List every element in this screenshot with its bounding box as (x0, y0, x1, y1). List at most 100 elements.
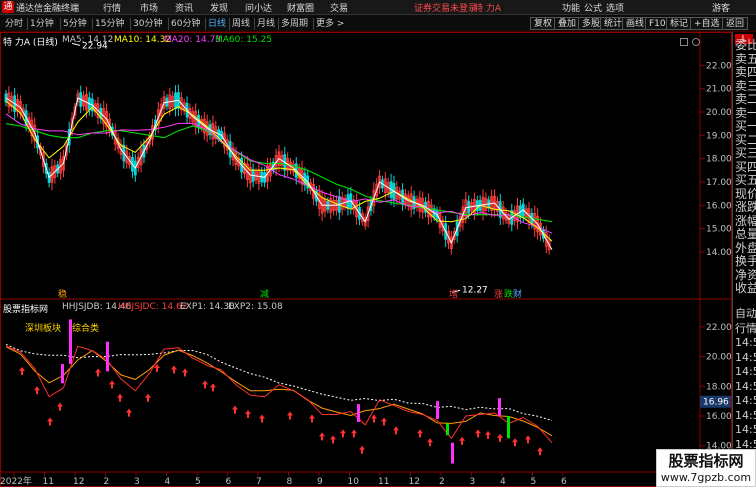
maximize-icon[interactable] (680, 38, 688, 46)
menu-item-gongneng[interactable]: 功能 (562, 1, 580, 14)
quote-row-label: 自动 (735, 307, 756, 320)
time-axis-label: 3 (470, 477, 476, 487)
buy-arrow-icon (319, 432, 325, 441)
signal-bar (61, 364, 64, 384)
quote-row-label: 14:5 (735, 336, 756, 349)
menu-item-zixun[interactable]: 资讯 (175, 1, 193, 14)
event-marker: 涨 (494, 289, 503, 300)
time-axis-label: 8 (287, 477, 293, 487)
period-tab-15min[interactable]: 15分钟 (92, 18, 126, 30)
watermark-title: 股票指标网 (668, 452, 744, 470)
quote-row-label: 买一 (735, 119, 756, 133)
sector-tag: 深圳板块 (25, 324, 62, 334)
quote-row-label: 卖三 (735, 78, 756, 93)
buy-arrow-icon (485, 430, 491, 439)
sub-pane-lines (5, 343, 553, 444)
tool-add-watchlist[interactable]: +自选 (690, 17, 724, 30)
main-axis-label: 16.00 (706, 201, 732, 211)
signal-bar (498, 398, 501, 416)
buy-arrow-icon (47, 417, 53, 426)
menu-item-hangqing[interactable]: 行情 (103, 1, 121, 14)
period-tab-multi[interactable]: 多周期 (278, 18, 310, 30)
quote-row-label: 行情 (735, 321, 756, 335)
quote-row-label: 委比 (735, 38, 756, 52)
time-axis-label: 6 (226, 477, 232, 487)
menu-item-faxian[interactable]: 发现 (210, 1, 228, 14)
main-pane-candles (4, 84, 551, 255)
buy-arrow-icon (287, 411, 293, 420)
buy-arrow-icon (309, 414, 315, 423)
buy-arrow-icon (95, 368, 101, 377)
tool-fuquan[interactable]: 复权 (530, 17, 557, 30)
ma5-line (5, 97, 553, 250)
quote-row-label: 14:5 (735, 365, 756, 378)
signal-bar (446, 423, 449, 436)
time-axis-label: 6 (561, 477, 567, 487)
period-tab-weekly[interactable]: 周线 (229, 18, 252, 30)
quote-row-label: 卖五 (735, 51, 756, 66)
buy-arrow-icon (381, 417, 387, 426)
main-axis-label: 14.00 (706, 248, 732, 258)
period-tab-1min[interactable]: 1分钟 (27, 18, 56, 30)
buy-arrow-icon (117, 393, 123, 402)
time-axis-label: 2 (439, 477, 445, 487)
buy-arrow-icon (537, 447, 543, 456)
period-tab-60min[interactable]: 60分钟 (168, 18, 202, 30)
period-tab-monthly[interactable]: 月线 (254, 18, 277, 30)
buy-arrow-icon (202, 380, 208, 389)
menu-item-shichang[interactable]: 市场 (140, 1, 158, 14)
settings-icon[interactable] (692, 38, 700, 46)
buy-arrow-icon (351, 429, 357, 438)
menu-item-caifuquan[interactable]: 财富圈 (287, 1, 314, 14)
watermark-url: www.7gpzb.com (660, 471, 752, 484)
menu-item-gongshi[interactable]: 公式 (584, 1, 602, 14)
login-warning[interactable]: 证券交易未登录 (414, 1, 477, 14)
event-marker: 跌 (504, 289, 513, 300)
buy-arrow-icon (109, 380, 115, 389)
tool-back[interactable]: 返回 (722, 17, 749, 30)
buy-arrow-icon (497, 433, 503, 442)
period-toolbar: 分时 1分钟 5分钟 15分钟 30分钟 60分钟 日线 周线 月线 多周期 更… (0, 15, 756, 32)
buy-arrow-icon (57, 402, 63, 411)
period-tab-30min[interactable]: 30分钟 (130, 18, 164, 30)
industry-tag: 综合类 (72, 324, 100, 334)
period-tab-daily[interactable]: 日线 (205, 18, 228, 30)
kline-chart[interactable]: 22.94 12.27 稳减增涨跌财 22.00 21.00 20.00 19.00 18.… (0, 32, 732, 487)
signal-bar (357, 404, 360, 422)
legend-exp1: EXP1: 14.30 (180, 302, 235, 312)
period-tab-5min[interactable]: 5分钟 (60, 18, 89, 30)
sub-axis-label: 20.00 (706, 353, 732, 363)
period-tab-fenshi[interactable]: 分时 (3, 18, 25, 30)
menu-item-xuanxiang[interactable]: 选项 (606, 1, 624, 14)
quote-row-label: 涨跌 (735, 200, 756, 214)
quote-row-label: 买三 (735, 146, 756, 160)
quote-row-label: 现价 (735, 186, 756, 201)
sub-pane-title: 股票指标网 (3, 305, 49, 315)
quote-row-label: 涨幅 (735, 213, 756, 228)
main-axis-label: 17.00 (706, 178, 732, 188)
buy-arrow-icon (182, 368, 188, 377)
app-logo-icon: 通 (2, 1, 14, 13)
menu-item-wenxiaoda[interactable]: 问小达 (245, 1, 272, 14)
tool-diejia[interactable]: 叠加 (554, 17, 581, 30)
tool-biaoji[interactable]: 标记 (666, 17, 693, 30)
ma20-line (5, 113, 553, 234)
buy-arrow-icon (259, 414, 265, 423)
quote-row-label: 收益 (735, 281, 756, 295)
buy-arrow-icon (34, 386, 40, 395)
hhjsjdc-line (5, 346, 553, 437)
buy-arrow-icon (330, 435, 336, 444)
main-pane-grid (700, 64, 705, 447)
quote-row-label: 买四 (735, 159, 756, 174)
hhjsjdb-line (5, 345, 553, 444)
quote-row-label: 买五 (735, 173, 756, 187)
menu-item-jiaoyi[interactable]: 交易 (330, 1, 348, 14)
low-marker-label: 12.27 (462, 285, 488, 295)
time-axis-label: 12 (73, 477, 84, 487)
chart-canvas[interactable]: 22.9412.27稳减增涨跌财 22.0021.0020.0019.0018.… (0, 32, 732, 487)
buy-arrow-icon (145, 393, 151, 402)
legend-ma5: MA5: 14.12 (62, 35, 114, 45)
guest-label[interactable]: 游客 (712, 1, 730, 14)
period-tab-more[interactable]: 更多 > (313, 18, 346, 30)
quote-row-label: 净资 (735, 267, 756, 282)
